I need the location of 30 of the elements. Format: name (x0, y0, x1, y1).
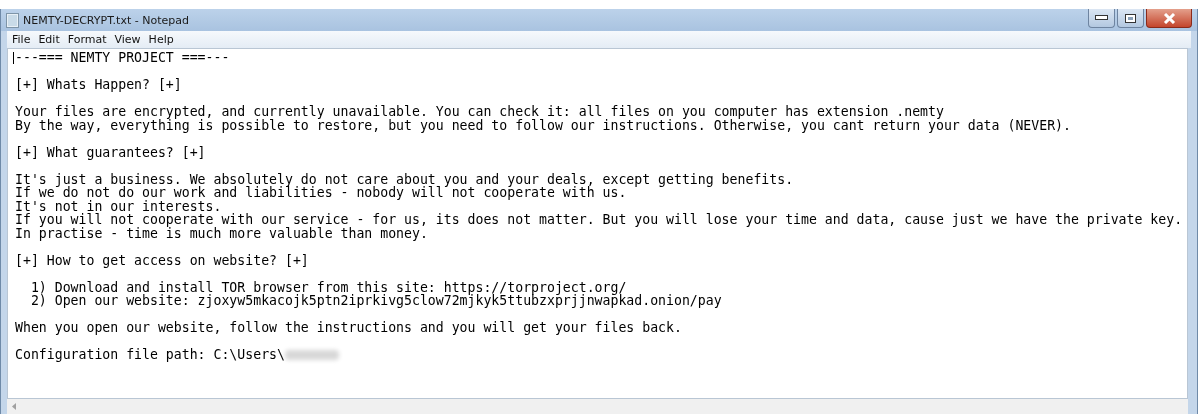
maximize-icon (1125, 13, 1136, 23)
text-line: [+] Whats Happen? [+] (15, 78, 182, 92)
text-line: It's not in our interests. (15, 199, 222, 213)
close-button[interactable] (1146, 9, 1192, 28)
text-line: By the way, everything is possible to restore, but you need to follow our instructions. Otherwise, you cant return your data (NEVER). (15, 118, 1071, 132)
menu-item[interactable]: View (114, 33, 141, 46)
text-line: [+] What guarantees? [+] (15, 145, 206, 159)
text-line: If we do not do our work and liabilities - nobody will not cooperate with us. (15, 186, 627, 200)
menu-item[interactable]: Edit (38, 33, 60, 46)
text-line: It's just a business. We absolutely do not care about you and your deals, except getting benefits. (15, 172, 794, 186)
text-line: If you will not cooperate with our service - for us, its does not matter. But you will lose your time and data, cause just we have the private key. (15, 213, 1183, 227)
close-icon (1162, 12, 1176, 24)
text-line: [+] How to get access on website? [+] (15, 253, 309, 267)
maximize-button[interactable] (1117, 9, 1144, 28)
text-line: ---=== NEMTY PROJECT ===--- (15, 51, 230, 65)
text-line: In practise - time is much more valuable than money. (15, 226, 428, 240)
menu-item[interactable]: Help (148, 33, 174, 46)
menu-item[interactable]: File (12, 33, 31, 46)
text-line: Configuration file path: C:\Users\ (15, 348, 285, 362)
menu-item[interactable]: Format (67, 33, 107, 46)
text-line: Your files are encrypted, and currently unavailable. You can check it: all files on you computer has extension .nemty (15, 105, 944, 119)
text-line: 1) Download and install TOR browser from this site: https://torproject.org/ (29, 280, 627, 294)
text-cursor (13, 52, 14, 64)
horizontal-scrollbar[interactable] (7, 399, 1188, 414)
text-line: 2) Open our website: zjoxyw5mkacojk5ptn2iprkivg5clow72mjkyk5ttubzxprjjnwapkad.onion/pay (29, 294, 722, 308)
text-line: When you open our website, follow the instructions and you will get your files back. (15, 321, 682, 335)
minimize-icon (1095, 15, 1108, 21)
window-title: NEMTY-DECRYPT.txt - Notepad (23, 13, 189, 27)
notepad-icon (6, 12, 19, 28)
minimize-button[interactable] (1088, 9, 1115, 28)
